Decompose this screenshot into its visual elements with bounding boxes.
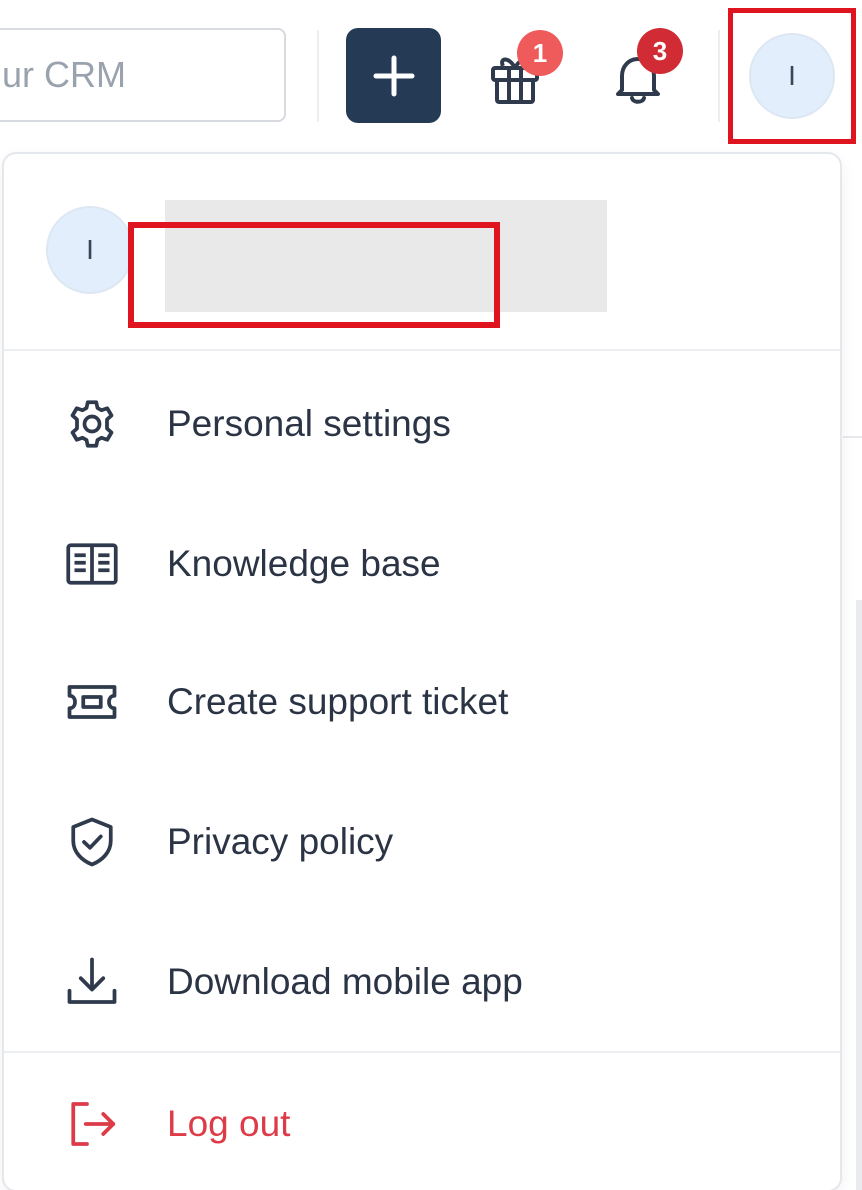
menu-item-label: Personal settings bbox=[167, 403, 451, 444]
gear-icon bbox=[60, 392, 124, 456]
profile-name-redacted bbox=[165, 200, 607, 312]
profile-avatar: I bbox=[46, 206, 134, 294]
menu-item-log-out[interactable]: Log out bbox=[4, 1069, 840, 1179]
menu-item-privacy-policy[interactable]: Privacy policy bbox=[4, 787, 840, 897]
menu-divider bbox=[4, 349, 840, 351]
menu-divider bbox=[4, 1051, 840, 1053]
menu-item-label: Log out bbox=[167, 1103, 291, 1144]
header-divider bbox=[718, 30, 720, 122]
shield-check-icon bbox=[60, 810, 124, 874]
ticket-icon bbox=[60, 670, 124, 734]
header-divider bbox=[317, 30, 319, 122]
book-icon bbox=[60, 532, 124, 596]
notifications-badge: 3 bbox=[637, 28, 683, 74]
avatar: I bbox=[749, 33, 835, 119]
menu-item-knowledge-base[interactable]: Knowledge base bbox=[4, 509, 840, 619]
profile-header: I bbox=[4, 154, 840, 350]
user-avatar-button[interactable]: I bbox=[728, 8, 856, 144]
background-scrollbar bbox=[856, 600, 862, 1190]
logout-icon bbox=[60, 1092, 124, 1156]
plus-icon bbox=[373, 55, 414, 96]
menu-item-download-mobile-app[interactable]: Download mobile app bbox=[4, 927, 840, 1037]
menu-item-label: Create support ticket bbox=[167, 681, 509, 722]
menu-item-label: Knowledge base bbox=[167, 543, 441, 584]
menu-item-create-support-ticket[interactable]: Create support ticket bbox=[4, 647, 840, 757]
menu-item-label: Privacy policy bbox=[167, 821, 394, 862]
crm-page: 1 3 I I Personal se bbox=[0, 0, 862, 1190]
menu-item-personal-settings[interactable]: Personal settings bbox=[4, 369, 840, 479]
user-menu-dropdown: I Personal settings Knowledge base Creat… bbox=[2, 152, 842, 1190]
top-bar: 1 3 I bbox=[0, 0, 862, 150]
add-button[interactable] bbox=[346, 28, 441, 123]
search-input[interactable] bbox=[0, 28, 286, 122]
download-icon bbox=[60, 950, 124, 1014]
background-divider bbox=[843, 436, 862, 438]
menu-item-label: Download mobile app bbox=[167, 961, 523, 1002]
gift-badge: 1 bbox=[517, 30, 563, 76]
